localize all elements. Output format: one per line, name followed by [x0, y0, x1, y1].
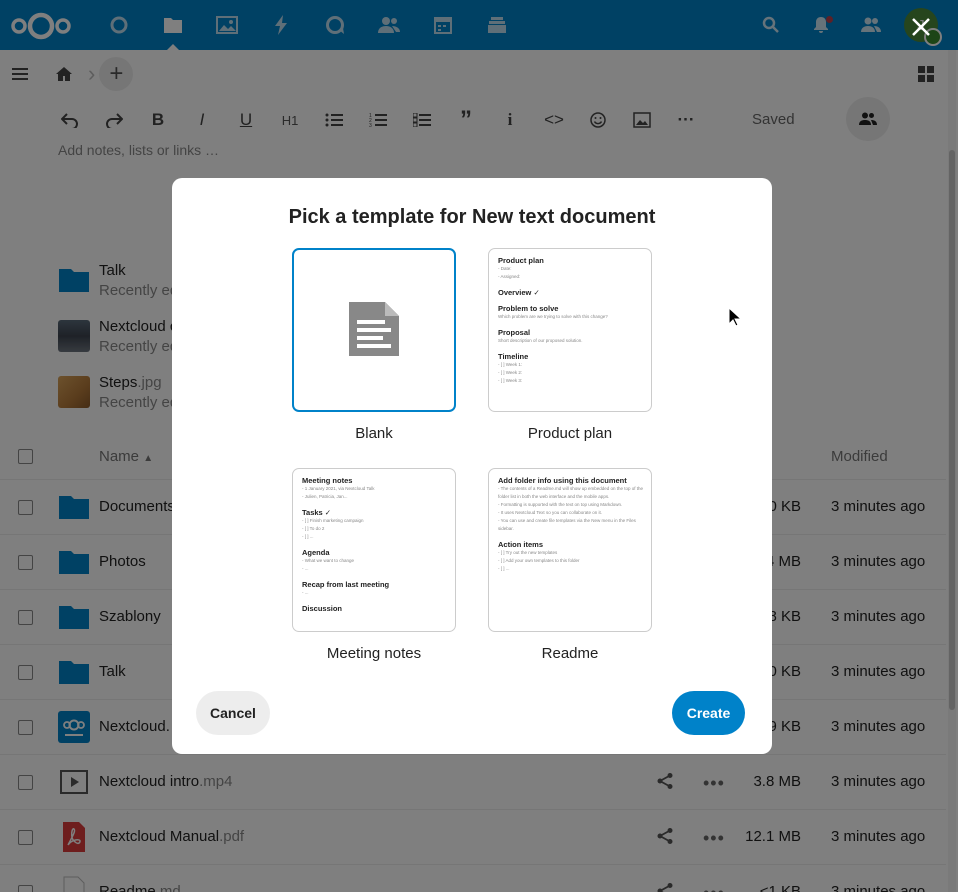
- cancel-button[interactable]: Cancel: [196, 691, 270, 735]
- template-product-plan[interactable]: Product plan - Date: - Assigned: Overvie…: [488, 248, 652, 442]
- template-preview[interactable]: Add folder info using this document - Th…: [488, 468, 652, 632]
- template-preview[interactable]: Product plan - Date: - Assigned: Overvie…: [488, 248, 652, 412]
- template-preview-text: Product plan - Date: - Assigned: Overvie…: [498, 256, 608, 384]
- template-readme[interactable]: Add folder info using this document - Th…: [488, 468, 652, 662]
- template-preview[interactable]: [292, 248, 456, 412]
- template-label: Blank: [355, 425, 393, 442]
- mouse-cursor-icon: [728, 307, 742, 327]
- template-meeting-notes[interactable]: Meeting notes - 1 January 2021, via Next…: [292, 468, 456, 662]
- dialog-title: Pick a template for New text document: [288, 206, 656, 228]
- template-label: Readme: [541, 645, 599, 662]
- close-icon[interactable]: [908, 14, 934, 40]
- create-button[interactable]: Create: [672, 691, 745, 735]
- template-preview[interactable]: Meeting notes - 1 January 2021, via Next…: [292, 468, 456, 632]
- template-label: Product plan: [527, 425, 613, 442]
- document-icon: [349, 302, 399, 356]
- template-preview-text: Meeting notes - 1 January 2021, via Next…: [302, 476, 390, 613]
- template-blank[interactable]: Blank: [292, 248, 456, 442]
- template-picker-dialog: Pick a template for New text document Bl…: [172, 178, 772, 754]
- template-label: Meeting notes: [326, 645, 422, 662]
- template-preview-text: Add folder info using this document - Th…: [498, 476, 644, 572]
